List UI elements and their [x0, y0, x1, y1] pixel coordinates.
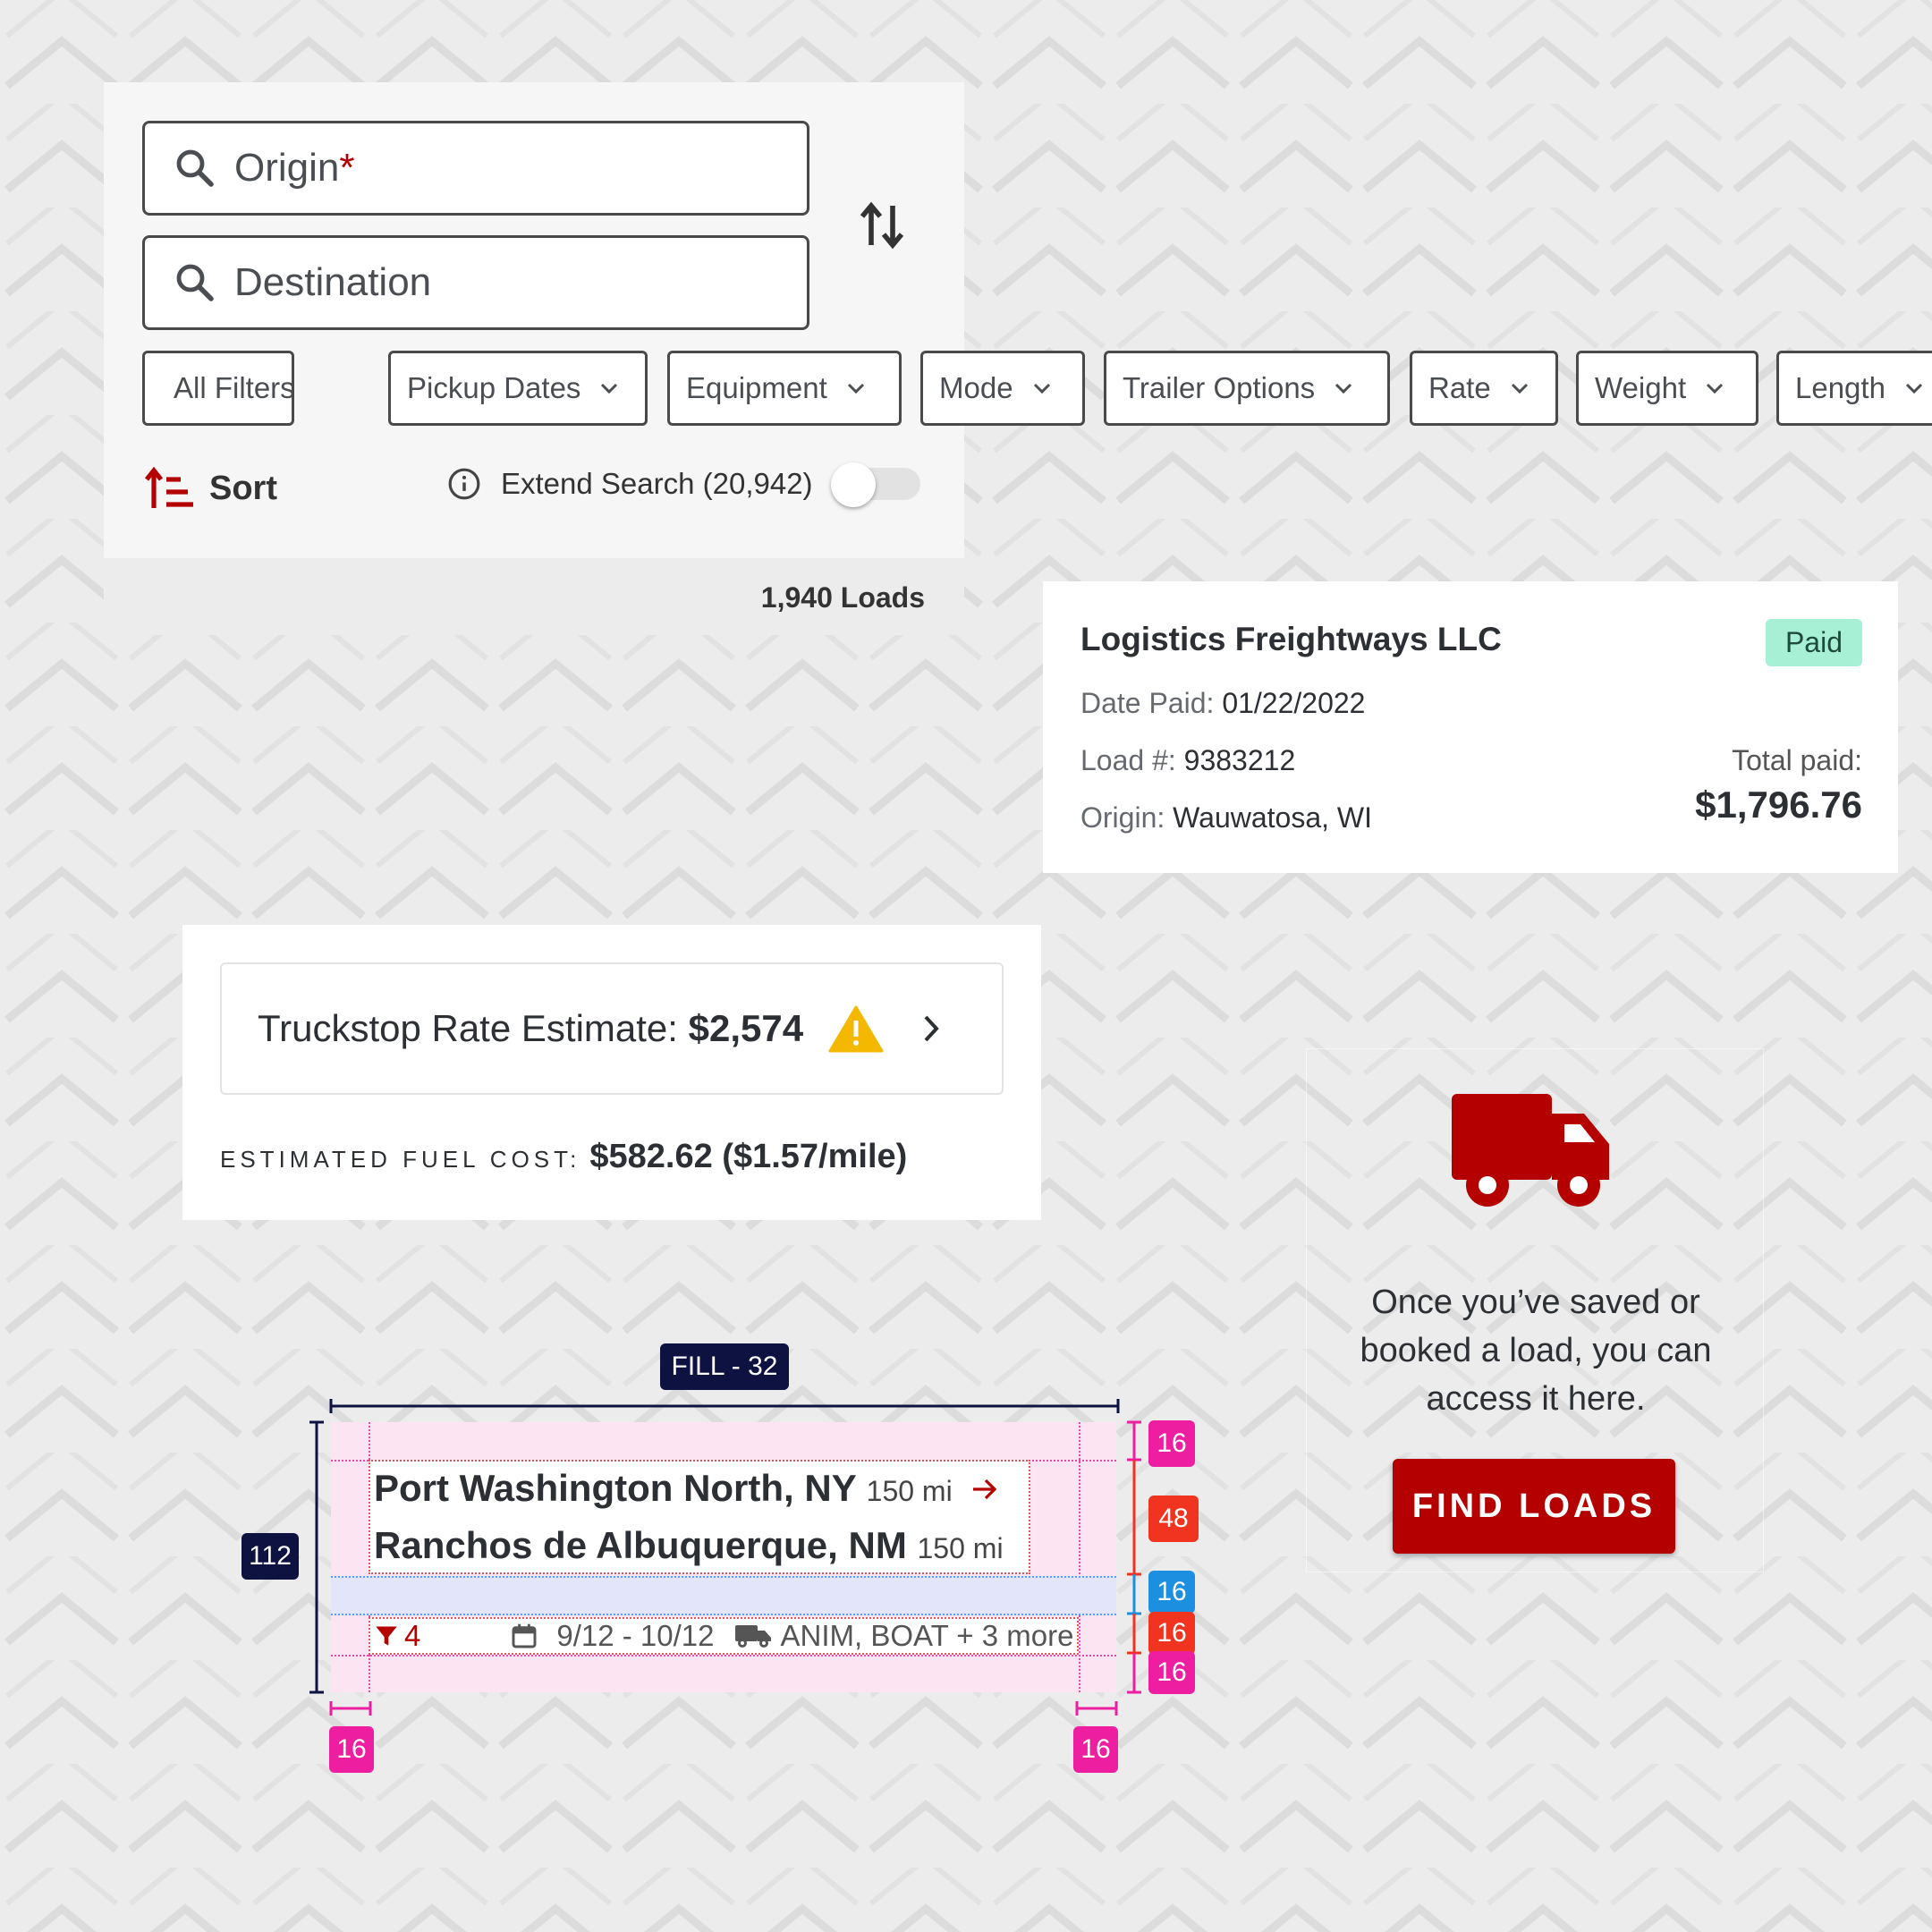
destination-city: Ranchos de Albuquerque, NM: [374, 1524, 907, 1566]
spacing-tag-top: 16: [1148, 1420, 1195, 1467]
filter-label: All Filters: [174, 371, 294, 404]
origin-value: Wauwatosa, WI: [1173, 801, 1373, 834]
payment-card[interactable]: Logistics Freightways LLC Paid Date Paid…: [1043, 581, 1898, 873]
chevron-down-icon: [1903, 381, 1925, 395]
chevron-down-icon: [1704, 381, 1725, 395]
arrow-right-icon: [973, 1479, 997, 1500]
equipment-list: ANIM, BOAT + 3 more: [780, 1619, 1074, 1652]
empty-state-message: Once you’ve saved or booked a load, you …: [1307, 1278, 1765, 1423]
chevron-down-icon: [598, 381, 620, 395]
date-paid: Date Paid: 01/22/2022: [1080, 687, 1365, 720]
truck-icon: [734, 1625, 771, 1648]
date-range: 9/12 - 10/12: [556, 1619, 715, 1652]
total-paid-value: $1,796.76: [1695, 784, 1862, 826]
origin-label: Origin:: [1080, 801, 1165, 834]
empty-state: Once you’ve saved or booked a load, you …: [1306, 1048, 1764, 1572]
width-dimension-line: [329, 1399, 1120, 1413]
filter-trailer-options[interactable]: Trailer Options: [1104, 351, 1390, 426]
origin-city: Port Washington North, NY: [374, 1467, 856, 1509]
origin-distance: 150 mi: [866, 1475, 953, 1507]
spacing-dimension-lines: [1127, 1420, 1141, 1694]
route-block: Port Washington North, NY 150 mi Ranchos…: [369, 1460, 1030, 1574]
filter-label: Length: [1795, 371, 1885, 404]
filter-label: Weight: [1595, 371, 1687, 404]
spacing-tag-gap: 16: [1148, 1571, 1195, 1614]
date-paid-value: 01/22/2022: [1222, 687, 1366, 719]
spacing-tag-right: 16: [1073, 1726, 1118, 1773]
filter-rate[interactable]: Rate: [1410, 351, 1558, 426]
filter-equipment[interactable]: Equipment: [667, 351, 902, 426]
empty-message-line: Once you’ve saved or: [1371, 1284, 1700, 1321]
total-paid-label: Total paid:: [1732, 744, 1862, 776]
width-tag: FILL - 32: [660, 1343, 789, 1390]
rate-estimate-row[interactable]: Truckstop Rate Estimate: $2,574: [220, 962, 1004, 1095]
right-padding-dimension: [1075, 1701, 1118, 1716]
height-tag: 112: [242, 1533, 299, 1580]
loads-strip: 1,940 Loads: [104, 558, 964, 635]
status-badge: Paid: [1765, 619, 1862, 666]
empty-message-line: access it here.: [1426, 1380, 1646, 1418]
funnel-icon: [376, 1626, 397, 1646]
destination-distance: 150 mi: [917, 1532, 1004, 1564]
guide-line: [331, 1655, 1116, 1657]
load-details-row: 4 9/12 - 10/12 ANIM, BOAT + 3 more: [369, 1617, 1079, 1655]
loads-count: 1,940 Loads: [760, 581, 925, 614]
route-destination: Ranchos de Albuquerque, NM 150 mi: [374, 1524, 1004, 1567]
rate-estimate-card: Truckstop Rate Estimate: $2,574 ESTIMATE…: [182, 925, 1041, 1220]
height-dimension-line: [309, 1420, 324, 1694]
empty-message-line: booked a load, you can: [1360, 1332, 1712, 1369]
fuel-cost: ESTIMATED FUEL COST: $582.62 ($1.57/mile…: [220, 1138, 907, 1176]
truck-icon: [1452, 1094, 1609, 1207]
spacing-tag-detail: 16: [1148, 1612, 1195, 1655]
filter-weight[interactable]: Weight: [1576, 351, 1758, 426]
spacing-gap: [331, 1576, 1116, 1615]
filter-label: Pickup Dates: [407, 371, 581, 404]
filter-bar: All Filters Pickup Dates Equipment Mode …: [104, 0, 1932, 537]
load-card[interactable]: Port Washington North, NY 150 mi Ranchos…: [331, 1460, 1116, 1655]
load-number: Load #: 9383212: [1080, 744, 1295, 777]
filter-label: Mode: [939, 371, 1013, 404]
filter-label: Equipment: [686, 371, 827, 404]
chevron-down-icon: [1031, 381, 1053, 395]
chevron-down-icon: [1509, 381, 1530, 395]
rate-estimate-label: Truckstop Rate Estimate:: [258, 1007, 678, 1049]
warning-icon: [828, 1004, 884, 1053]
fuel-cost-label: ESTIMATED FUEL COST:: [220, 1146, 581, 1173]
guide-line: [1079, 1422, 1080, 1692]
filter-pickup-dates[interactable]: Pickup Dates: [388, 351, 648, 426]
filter-label: Trailer Options: [1123, 371, 1316, 404]
all-filters-button[interactable]: All Filters: [142, 351, 294, 426]
date-paid-label: Date Paid:: [1080, 687, 1215, 719]
chevron-down-icon: [845, 381, 867, 395]
load-number-value: 9383212: [1183, 744, 1296, 776]
chevron-down-icon: [1333, 381, 1354, 395]
find-loads-button[interactable]: FIND LOADS: [1393, 1459, 1675, 1554]
load-number-label: Load #:: [1080, 744, 1176, 776]
rate-estimate-value: $2,574: [688, 1007, 804, 1049]
spacing-tag-route: 48: [1148, 1496, 1199, 1542]
route-origin: Port Washington North, NY 150 mi: [374, 1467, 998, 1510]
filter-mode[interactable]: Mode: [920, 351, 1085, 426]
company-name: Logistics Freightways LLC: [1080, 621, 1502, 657]
spacing-tag-bottom: 16: [1148, 1651, 1195, 1694]
calendar-icon: [512, 1623, 537, 1648]
origin: Origin: Wauwatosa, WI: [1080, 801, 1372, 835]
chevron-right-icon: [921, 1013, 941, 1044]
filter-label: Rate: [1428, 371, 1491, 404]
filter-match-count: 4: [404, 1619, 421, 1652]
fuel-cost-value: $582.62 ($1.57/mile): [589, 1138, 908, 1175]
spacing-tag-left: 16: [329, 1726, 374, 1773]
left-padding-dimension: [329, 1701, 372, 1716]
filter-length[interactable]: Length: [1776, 351, 1932, 426]
